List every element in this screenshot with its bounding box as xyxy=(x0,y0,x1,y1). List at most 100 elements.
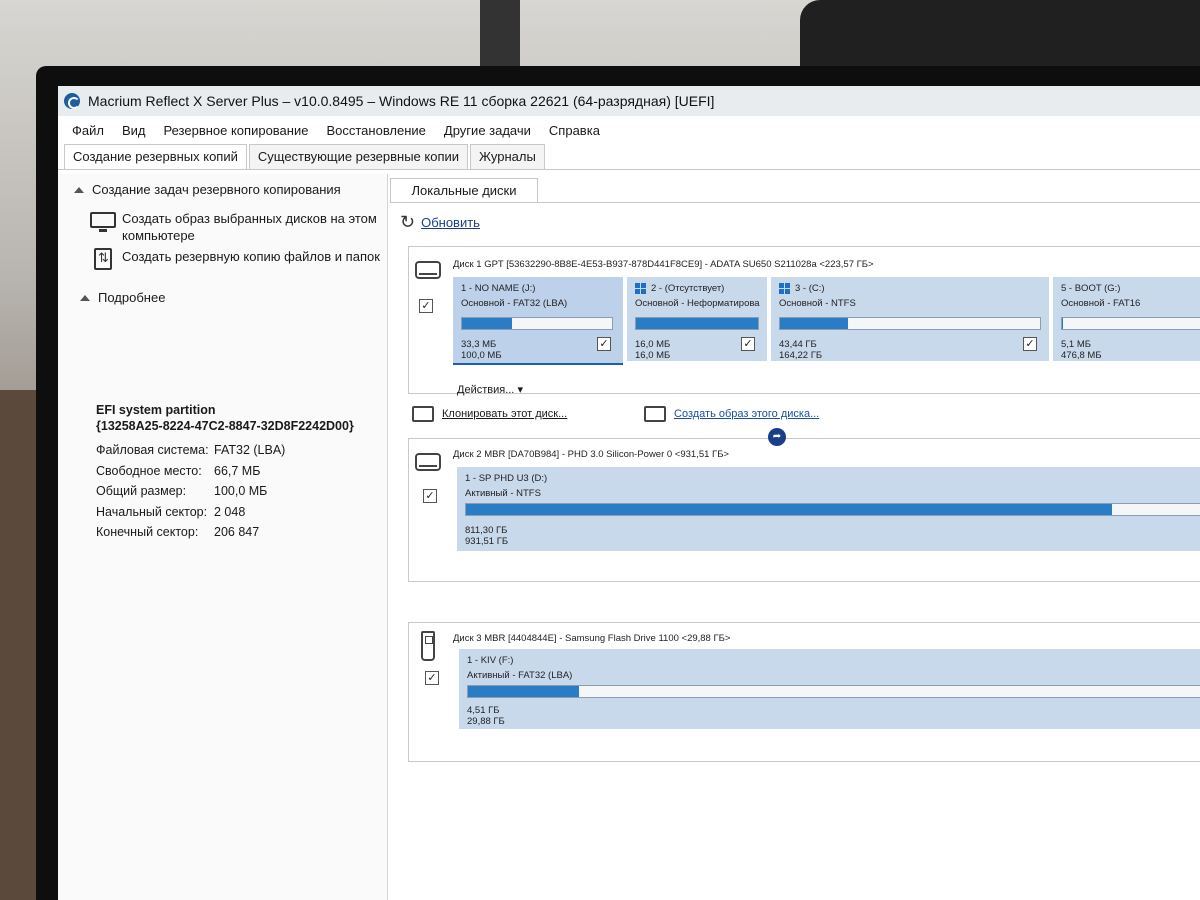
tab-create-backups[interactable]: Создание резервных копий xyxy=(64,144,247,169)
tab-logs[interactable]: Журналы xyxy=(470,144,545,169)
disk-1-title: Диск 1 GPT [53632290-8B8E-4E53-B937-878D… xyxy=(453,259,874,270)
monitor-icon xyxy=(90,212,116,232)
partition-usage-fill xyxy=(462,318,512,329)
detail-value: 206 847 xyxy=(214,525,260,539)
menu-file[interactable]: Файл xyxy=(72,123,104,138)
detail-key: Начальный сектор: xyxy=(96,504,208,519)
partition-used: 16,0 МБ xyxy=(635,339,671,350)
partition-used: 4,51 ГБ xyxy=(467,705,500,716)
disk-1-partition-1[interactable]: 1 - NO NAME (J:) Основной - FAT32 (LBA) … xyxy=(453,277,623,365)
detail-row: Начальный сектор: 2 048 xyxy=(96,502,386,523)
disk-2-checkbox[interactable]: ✓ xyxy=(423,489,437,503)
collapse-triangle-icon xyxy=(74,186,84,193)
tab-local-disks[interactable]: Локальные диски xyxy=(390,178,538,202)
task-image-disks[interactable]: Создать образ выбранных дисков на этом к… xyxy=(90,210,380,244)
detail-key: Общий размер: xyxy=(96,484,187,498)
partition-checkbox[interactable]: ✓ xyxy=(1023,337,1037,351)
partition-sizes: 16,0 МБ 16,0 МБ xyxy=(635,339,670,361)
disk-3-checkbox[interactable]: ✓ xyxy=(425,671,439,685)
detail-row: Конечный сектор: 206 847 xyxy=(96,522,386,543)
image-disk-link[interactable]: Создать образ этого диска... xyxy=(644,406,819,422)
partition-usage-bar xyxy=(465,503,1200,516)
app-window: Macrium Reflect X Server Plus – v10.0.84… xyxy=(58,86,1200,900)
partition-name: 2 - (Отсутствует) xyxy=(635,283,724,294)
partition-name: EFI system partition {13258A25-8224-47C2… xyxy=(96,402,386,434)
tab-existing-backups[interactable]: Существующие резервные копии xyxy=(248,144,469,169)
partition-name-text: 2 - (Отсутствует) xyxy=(651,283,725,294)
partition-name: 1 - SP PHD U3 (D:) xyxy=(465,473,548,484)
detail-row: Файловая система: FAT32 (LBA) xyxy=(96,440,386,461)
partition-guid: {13258A25-8224-47C2-8847-32D8F2242D00} xyxy=(96,419,354,433)
tasks-section-header[interactable]: Создание задач резервного копирования xyxy=(74,182,341,197)
menu-restore[interactable]: Восстановление xyxy=(326,123,425,138)
partition-name: 1 - NO NAME (J:) xyxy=(461,283,536,294)
disk-1-panel: Диск 1 GPT [53632290-8B8E-4E53-B937-878D… xyxy=(408,246,1200,396)
refresh-label: Обновить xyxy=(421,215,480,230)
background-monitor-stand xyxy=(800,0,1200,70)
cursor-link-icon: ➦ xyxy=(768,428,786,446)
detail-key: Свободное место: xyxy=(96,463,202,478)
dropdown-arrow-icon: ▾ xyxy=(517,384,523,396)
partition-usage-fill xyxy=(466,504,1112,515)
details-section-title: Подробнее xyxy=(98,290,166,305)
hard-disk-icon xyxy=(415,453,441,471)
partition-used: 5,1 МБ xyxy=(1061,339,1091,350)
partition-name: 3 - (C:) xyxy=(779,283,825,294)
partition-sizes: 811,30 ГБ 931,51 ГБ xyxy=(465,525,508,547)
disk-3-partition-1[interactable]: 1 - KIV (F:) Активный - FAT32 (LBA) 4,51… xyxy=(459,649,1200,729)
partition-type: Основной - Неформатирова xyxy=(635,298,760,309)
partition-used: 811,30 ГБ xyxy=(465,525,508,536)
partition-sizes: 4,51 ГБ 29,88 ГБ xyxy=(467,705,505,727)
partition-total: 476,8 МБ xyxy=(1061,350,1102,361)
detail-value: FAT32 (LBA) xyxy=(214,443,286,457)
menu-backup[interactable]: Резервное копирование xyxy=(164,123,309,138)
partition-used: 43,44 ГБ xyxy=(779,339,817,350)
partition-name-line: EFI system partition xyxy=(96,403,216,417)
disk-2-title: Диск 2 MBR [DA70B984] - PHD 3.0 Silicon-… xyxy=(453,449,729,460)
title-bar: Macrium Reflect X Server Plus – v10.0.84… xyxy=(58,86,1200,116)
app-logo-icon xyxy=(64,93,80,109)
details-panel: EFI system partition {13258A25-8224-47C2… xyxy=(96,402,386,543)
detail-value: 100,0 МБ xyxy=(214,484,268,498)
menu-other-tasks[interactable]: Другие задачи xyxy=(444,123,531,138)
partition-total: 164,22 ГБ xyxy=(779,350,823,361)
partition-type: Основной - FAT32 (LBA) xyxy=(461,298,568,309)
disk-1-partition-2[interactable]: 2 - (Отсутствует) Основной - Неформатиро… xyxy=(627,277,767,361)
partition-sizes: 5,1 МБ 476,8 МБ xyxy=(1061,339,1102,361)
disk-2-partition-1[interactable]: 1 - SP PHD U3 (D:) Активный - NTFS 811,3… xyxy=(457,467,1200,551)
partition-usage-bar xyxy=(779,317,1041,330)
file-backup-icon xyxy=(94,248,112,270)
details-section-header[interactable]: Подробнее xyxy=(80,290,165,305)
partition-sizes: 33,3 МБ 100,0 МБ xyxy=(461,339,502,361)
menu-view[interactable]: Вид xyxy=(122,123,146,138)
partition-type: Основной - FAT16 xyxy=(1061,298,1141,309)
hard-disk-icon xyxy=(415,261,441,279)
partition-checkbox[interactable]: ✓ xyxy=(741,337,755,351)
usb-drive-icon xyxy=(421,631,435,661)
disk-3-title: Диск 3 MBR [4404844E] - Samsung Flash Dr… xyxy=(453,633,731,644)
disk-1-partition-3[interactable]: 3 - (C:) Основной - NTFS 43,44 ГБ 164,22 … xyxy=(771,277,1049,361)
task-backup-files[interactable]: Создать резервную копию файлов и папок xyxy=(90,248,380,270)
partition-checkbox[interactable]: ✓ xyxy=(597,337,611,351)
detail-value: 2 048 xyxy=(214,504,246,519)
menu-help[interactable]: Справка xyxy=(549,123,600,138)
partition-usage-bar xyxy=(461,317,613,330)
partition-total: 16,0 МБ xyxy=(635,350,671,361)
partition-total: 931,51 ГБ xyxy=(465,536,509,547)
actions-menu[interactable]: Действия... ▾ xyxy=(457,383,523,396)
partition-usage-fill xyxy=(1062,318,1064,329)
disk-1-checkbox[interactable]: ✓ xyxy=(419,299,433,313)
disk-3-panel: Диск 3 MBR [4404844E] - Samsung Flash Dr… xyxy=(408,622,1200,762)
partition-usage-bar xyxy=(1061,317,1200,330)
partition-name-text: 3 - (C:) xyxy=(795,283,825,294)
refresh-button[interactable]: ↻ Обновить xyxy=(400,212,480,233)
refresh-icon: ↻ xyxy=(400,212,416,232)
clone-disk-icon xyxy=(412,406,434,422)
partition-usage-bar xyxy=(467,685,1200,698)
detail-row: Свободное место: 66,7 МБ xyxy=(96,461,386,482)
disk-1-partition-5[interactable]: 5 - BOOT (G:) Основной - FAT16 5,1 МБ 476… xyxy=(1053,277,1200,361)
partition-total: 100,0 МБ xyxy=(461,350,502,361)
partition-sizes: 43,44 ГБ 164,22 ГБ xyxy=(779,339,822,361)
detail-value: 66,7 МБ xyxy=(214,463,261,478)
clone-disk-link[interactable]: Клонировать этот диск... xyxy=(412,406,567,422)
